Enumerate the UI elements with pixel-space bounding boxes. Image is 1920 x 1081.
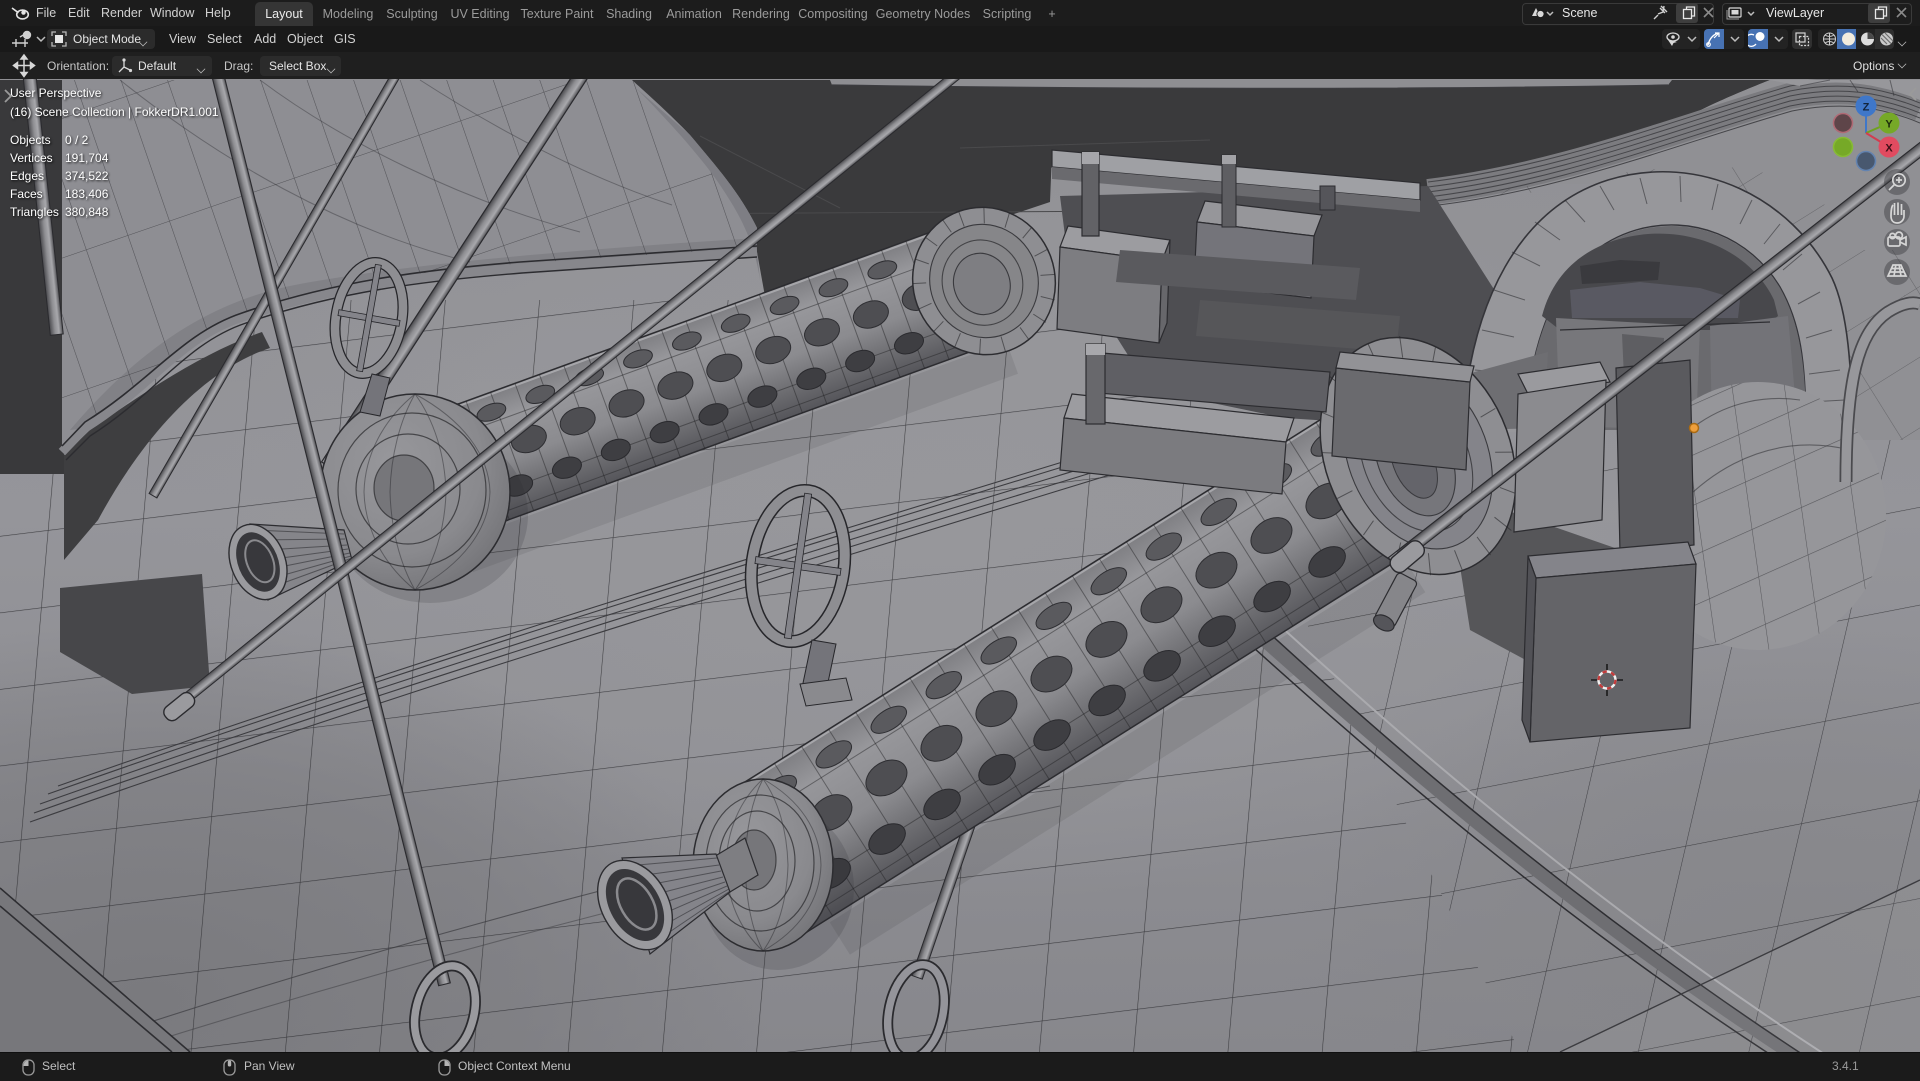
svg-text:Y: Y bbox=[1885, 119, 1893, 131]
svg-text:X: X bbox=[1885, 143, 1893, 155]
svg-text:Z: Z bbox=[1863, 102, 1870, 114]
